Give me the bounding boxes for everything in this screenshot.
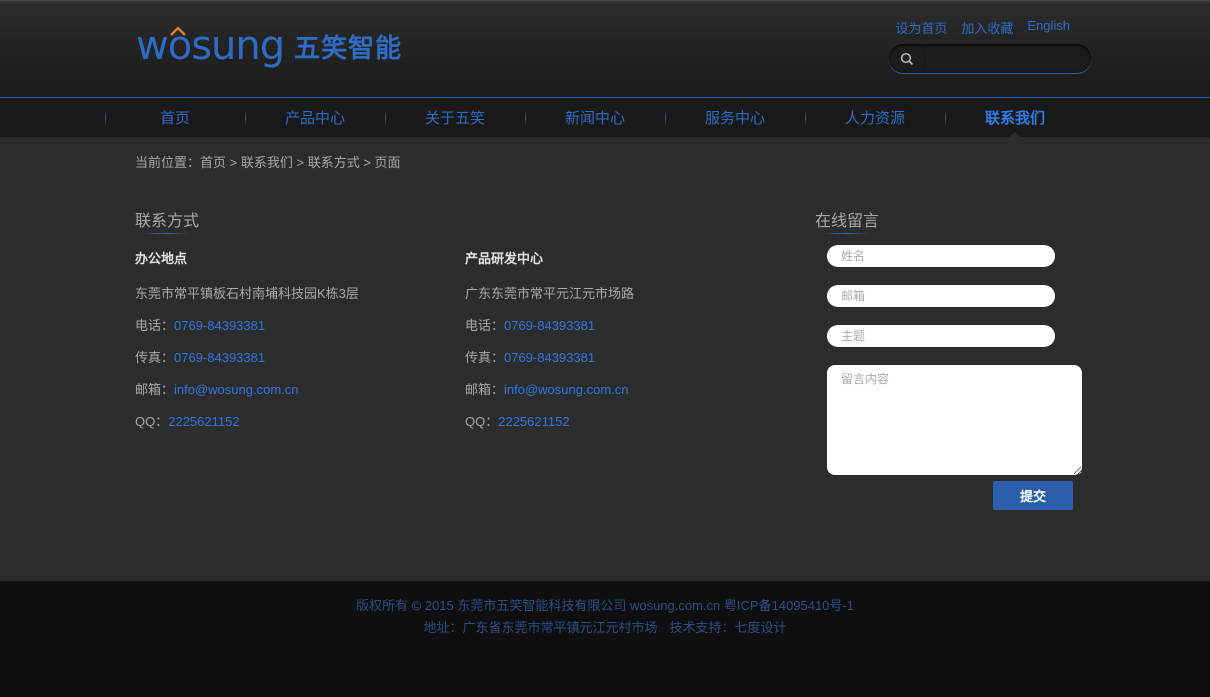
- nav-separator: [245, 110, 246, 126]
- logo-roof-icon: [170, 26, 186, 36]
- phone-value[interactable]: 0769-84393381: [174, 318, 265, 333]
- qq-link[interactable]: 2225621152: [498, 414, 569, 429]
- subject-input[interactable]: [827, 325, 1055, 347]
- nav-separator: [945, 110, 946, 126]
- breadcrumb-separator: >: [226, 155, 241, 170]
- qq-label: QQ：: [465, 414, 499, 429]
- breadcrumb-current: 页面: [374, 155, 401, 170]
- nav-label: 首页: [159, 110, 190, 127]
- breadcrumb-contact-info[interactable]: 联系方式: [308, 155, 360, 170]
- footer-copyright: 版权所有 © 2015 东莞市五笑智能科技有限公司 wosung.com.cn …: [356, 598, 854, 613]
- qq-label: QQ：: [135, 414, 169, 429]
- fax-label: 传真：: [465, 350, 505, 365]
- nav-label: 产品中心: [284, 110, 345, 127]
- office-phone: 电话：0769-84393381: [135, 317, 359, 335]
- footer-address-line: 地址：广东省东莞市常平镇元江元村市场 技术支持：七度设计: [0, 617, 1210, 636]
- main-nav: 首页 产品中心 关于五笑 新闻中心 服务中心 人力资源 联系我们: [0, 97, 1210, 138]
- breadcrumb-separator: >: [292, 155, 308, 170]
- rnd-heading: 产品研发中心: [465, 251, 544, 266]
- contact-title-text: 联系方式: [135, 213, 200, 230]
- nav-separator: [805, 110, 806, 126]
- search-icon[interactable]: [889, 44, 925, 73]
- breadcrumb-home[interactable]: 首页: [200, 155, 226, 170]
- rnd-email: 邮箱：info@wosung.com.cn: [465, 381, 634, 399]
- nav-separator: [665, 110, 666, 126]
- logo-wordmark: wosung: [136, 23, 285, 69]
- message-textarea[interactable]: [827, 365, 1082, 475]
- footer-tech-support: 技术支持：七度设计: [669, 620, 787, 635]
- office-email: 邮箱：info@wosung.com.cn: [135, 381, 359, 399]
- email-link[interactable]: info@wosung.com.cn: [504, 382, 628, 397]
- email-label: 邮箱：: [465, 382, 505, 397]
- logo[interactable]: wosung 五笑智能: [136, 23, 402, 69]
- footer-address: 地址：广东省东莞市常平镇元江元村市场: [423, 620, 658, 635]
- nav-label: 联系我们: [984, 110, 1045, 127]
- title-underline: [143, 233, 189, 234]
- phone-label: 电话：: [135, 318, 175, 333]
- nav-separator: [385, 110, 386, 126]
- fax-label: 传真：: [135, 350, 175, 365]
- office-qq: QQ：2225621152: [135, 413, 359, 431]
- search-input[interactable]: [925, 45, 1091, 72]
- office-fax: 传真：0769-84393381: [135, 349, 359, 367]
- phone-label: 电话：: [465, 318, 505, 333]
- header: wosung 五笑智能 设为首页 加入收藏 English: [0, 0, 1210, 97]
- english-link[interactable]: English: [1027, 18, 1070, 37]
- nav-item-contact[interactable]: 联系我们: [945, 98, 1085, 138]
- nav-item-products[interactable]: 产品中心: [245, 98, 385, 137]
- nav-item-service[interactable]: 服务中心: [665, 98, 805, 137]
- title-underline: [823, 233, 869, 234]
- message-section-title: 在线留言: [815, 207, 895, 234]
- rnd-address: 广东东莞市常平元江元市场路: [465, 286, 635, 301]
- fax-value[interactable]: 0769-84393381: [504, 350, 595, 365]
- submit-button[interactable]: 提交: [993, 481, 1073, 510]
- message-title-text: 在线留言: [815, 213, 880, 230]
- breadcrumb-separator: >: [359, 155, 375, 170]
- email-input[interactable]: [827, 285, 1055, 307]
- nav-item-news[interactable]: 新闻中心: [525, 98, 665, 137]
- nav-item-hr[interactable]: 人力资源: [805, 98, 945, 137]
- office-heading: 办公地点: [135, 251, 188, 266]
- footer: 版权所有 © 2015 东莞市五笑智能科技有限公司 wosung.com.cn …: [0, 581, 1210, 697]
- qq-link[interactable]: 2225621152: [168, 414, 239, 429]
- main-content: 当前位置：首页 > 联系我们 > 联系方式 > 页面 联系方式 办公地点 东莞市…: [0, 137, 1210, 581]
- add-favorite-link[interactable]: 加入收藏: [961, 18, 1013, 37]
- contact-section-title: 联系方式: [135, 207, 200, 234]
- fax-value[interactable]: 0769-84393381: [174, 350, 265, 365]
- name-input[interactable]: [827, 245, 1055, 267]
- breadcrumb: 当前位置：首页 > 联系我们 > 联系方式 > 页面: [135, 152, 401, 171]
- logo-cn-text: 五笑智能: [294, 32, 403, 63]
- rnd-qq: QQ：2225621152: [465, 413, 634, 431]
- nav-label: 关于五笑: [424, 110, 485, 127]
- nav-separator: [525, 110, 526, 126]
- office-address: 东莞市常平镇板石村南埔科技园K栋3层: [135, 286, 359, 301]
- breadcrumb-prefix: 当前位置：: [135, 155, 201, 170]
- email-label: 邮箱：: [135, 382, 175, 397]
- nav-item-home[interactable]: 首页: [105, 98, 245, 137]
- nav-label: 新闻中心: [564, 110, 625, 127]
- nav-item-about[interactable]: 关于五笑: [385, 98, 525, 137]
- email-link[interactable]: info@wosung.com.cn: [174, 382, 298, 397]
- rnd-phone: 电话：0769-84393381: [465, 317, 634, 335]
- top-links: 设为首页 加入收藏 English: [895, 18, 1070, 37]
- set-homepage-link[interactable]: 设为首页: [895, 18, 947, 37]
- nav-label: 服务中心: [704, 110, 765, 127]
- rnd-fax: 传真：0769-84393381: [465, 349, 634, 367]
- breadcrumb-contact-us[interactable]: 联系我们: [241, 155, 293, 170]
- nav-separator: [105, 110, 106, 126]
- rnd-column: 产品研发中心 广东东莞市常平元江元市场路 电话：0769-84393381 传真…: [465, 250, 634, 431]
- nav-label: 人力资源: [844, 110, 905, 127]
- phone-value[interactable]: 0769-84393381: [504, 318, 595, 333]
- logo-text: wosung: [136, 23, 285, 69]
- office-column: 办公地点 东莞市常平镇板石村南埔科技园K栋3层 电话：0769-84393381…: [135, 250, 359, 431]
- search-box: [889, 44, 1091, 73]
